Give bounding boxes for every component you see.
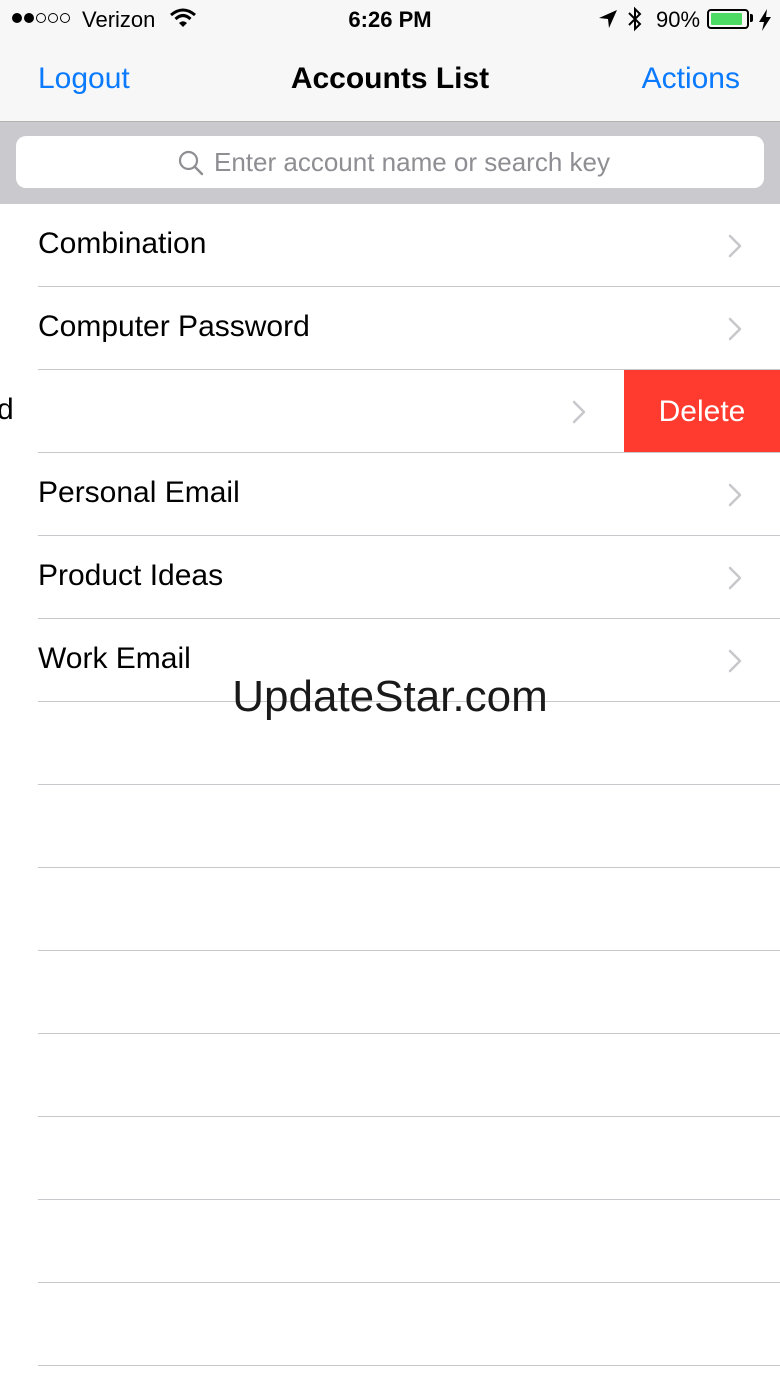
account-name: Combination xyxy=(38,227,207,260)
battery-icon xyxy=(707,9,749,29)
navigation-bar: Logout Accounts List Actions xyxy=(0,40,780,122)
account-row[interactable]: Work Email xyxy=(0,619,780,702)
chevron-right-icon xyxy=(728,649,742,678)
search-icon xyxy=(178,150,204,181)
actions-button[interactable]: Actions xyxy=(642,62,740,96)
battery-tip xyxy=(750,14,753,22)
chevron-right-icon xyxy=(572,400,586,429)
empty-table-row xyxy=(0,702,780,785)
battery-percent: 90% xyxy=(656,7,701,32)
account-row[interactable]: Personal Email xyxy=(0,453,780,536)
delete-button[interactable]: Delete xyxy=(624,370,780,453)
account-name: Computer Password xyxy=(38,310,310,343)
chevron-right-icon xyxy=(728,317,742,346)
account-name: Product Ideas xyxy=(38,559,224,592)
account-name: Personal Email xyxy=(38,476,240,509)
account-row[interactable]: Password Delete xyxy=(0,370,780,453)
empty-table-row xyxy=(0,868,780,951)
location-arrow-icon xyxy=(598,9,618,34)
chevron-right-icon xyxy=(728,566,742,595)
empty-table-row xyxy=(0,1034,780,1117)
accounts-list: Combination Computer Password Password Dele… xyxy=(0,204,780,1366)
account-row[interactable]: Computer Password xyxy=(0,287,780,370)
empty-table-row xyxy=(0,1117,780,1200)
account-name: Work Email xyxy=(38,642,191,675)
account-name: Password xyxy=(0,393,14,426)
empty-table-row xyxy=(0,785,780,868)
battery-level-fill xyxy=(711,13,742,25)
search-field-container[interactable] xyxy=(16,136,764,188)
account-row[interactable]: Combination xyxy=(0,204,780,287)
charging-bolt-icon xyxy=(758,8,772,37)
empty-table-row xyxy=(0,951,780,1034)
search-input[interactable] xyxy=(214,136,744,188)
chevron-right-icon xyxy=(728,234,742,263)
account-row-content[interactable]: Password xyxy=(0,370,624,453)
search-bar xyxy=(0,122,780,204)
empty-table-row xyxy=(0,1283,780,1366)
status-bar: Verizon 6:26 PM 90% xyxy=(0,0,780,40)
chevron-right-icon xyxy=(728,483,742,512)
account-row[interactable]: Product Ideas xyxy=(0,536,780,619)
empty-table-row xyxy=(0,1200,780,1283)
bluetooth-icon xyxy=(627,6,643,37)
